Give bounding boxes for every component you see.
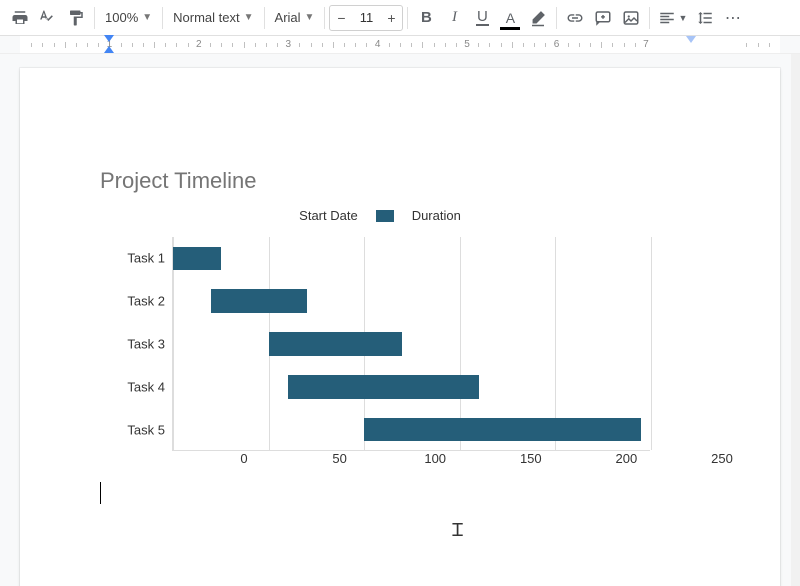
legend-swatch-duration [376, 210, 394, 222]
separator [324, 7, 325, 29]
ruler-tick: 6 [554, 39, 560, 50]
chart-bar-row [173, 332, 650, 356]
font-value: Arial [275, 10, 301, 25]
chevron-down-icon: ▼ [142, 12, 152, 23]
chart-bar-row [173, 247, 650, 271]
chart-xtick: 50 [332, 451, 346, 466]
zoom-select[interactable]: 100% ▼ [99, 4, 158, 32]
ruler-tick: 4 [375, 39, 381, 50]
align-button[interactable]: ▼ [654, 4, 691, 32]
first-line-indent[interactable] [104, 35, 114, 42]
chart-ylabel: Task 4 [101, 379, 165, 394]
chart-title: Project Timeline [100, 168, 660, 194]
separator [649, 7, 650, 29]
scrollbar-vertical[interactable] [791, 54, 800, 586]
chart-bar [173, 247, 221, 271]
chart-bar-row [173, 418, 650, 442]
right-indent[interactable] [686, 36, 696, 43]
chart[interactable]: Project Timeline Start Date Duration Tas… [100, 168, 660, 469]
paint-format-icon[interactable] [62, 4, 90, 32]
chart-xtick: 150 [520, 451, 542, 466]
chart-bar-row [173, 375, 650, 399]
font-size-plus[interactable]: + [380, 6, 402, 30]
chart-ylabel: Task 3 [101, 337, 165, 352]
ruler[interactable]: 1234567 [0, 36, 800, 54]
separator [162, 7, 163, 29]
chart-ylabel: Task 1 [101, 251, 165, 266]
chart-legend: Start Date Duration [100, 208, 660, 223]
separator [94, 7, 95, 29]
chart-bar [269, 332, 403, 356]
underline-button[interactable]: U [468, 4, 496, 32]
ibeam-cursor-icon: Ꮖ [452, 520, 464, 541]
styles-value: Normal text [173, 10, 239, 25]
page[interactable]: Project Timeline Start Date Duration Tas… [20, 68, 780, 586]
chart-gridline [651, 237, 652, 450]
line-spacing-button[interactable] [691, 4, 719, 32]
chevron-down-icon: ▼ [244, 12, 254, 23]
font-select[interactable]: Arial ▼ [269, 4, 321, 32]
add-comment-icon[interactable] [589, 4, 617, 32]
chevron-down-icon: ▼ [305, 12, 315, 23]
ruler-tick: 2 [196, 39, 202, 50]
ruler-tick: 5 [464, 39, 470, 50]
legend-label-duration: Duration [412, 208, 461, 223]
text-caret [100, 482, 101, 504]
ruler-tick: 3 [285, 39, 291, 50]
more-button[interactable]: ⋯ [719, 4, 747, 32]
separator [264, 7, 265, 29]
insert-link-icon[interactable] [561, 4, 589, 32]
font-size-value[interactable]: 11 [352, 10, 380, 25]
separator [556, 7, 557, 29]
left-indent[interactable] [104, 46, 114, 53]
chart-bar [288, 375, 479, 399]
zoom-value: 100% [105, 10, 138, 25]
insert-image-icon[interactable] [617, 4, 645, 32]
highlight-button[interactable] [524, 4, 552, 32]
chart-xtick: 200 [616, 451, 638, 466]
chart-xtick: 100 [424, 451, 446, 466]
chart-ylabel: Task 2 [101, 294, 165, 309]
text-color-button[interactable]: A [496, 4, 524, 32]
italic-button[interactable]: I [440, 4, 468, 32]
legend-label-start-date: Start Date [299, 208, 358, 223]
chevron-down-icon: ▼ [678, 13, 687, 23]
chart-plot: Task 1Task 2Task 3Task 4Task 5 050100150… [172, 237, 660, 469]
toolbar: 100% ▼ Normal text ▼ Arial ▼ − 11 + B I … [0, 0, 800, 36]
chart-xtick: 0 [240, 451, 247, 466]
document-canvas[interactable]: Project Timeline Start Date Duration Tas… [0, 54, 800, 586]
bold-button[interactable]: B [412, 4, 440, 32]
print-icon[interactable] [6, 4, 34, 32]
separator [407, 7, 408, 29]
spellcheck-icon[interactable] [34, 4, 62, 32]
chart-ylabel: Task 5 [101, 422, 165, 437]
chart-bar [211, 289, 307, 313]
chart-bar-row [173, 289, 650, 313]
font-size-minus[interactable]: − [330, 6, 352, 30]
ruler-tick: 7 [643, 39, 649, 50]
chart-bar [364, 418, 641, 442]
chart-xtick: 250 [711, 451, 733, 466]
font-size-stepper[interactable]: − 11 + [329, 5, 403, 31]
styles-select[interactable]: Normal text ▼ [167, 4, 259, 32]
